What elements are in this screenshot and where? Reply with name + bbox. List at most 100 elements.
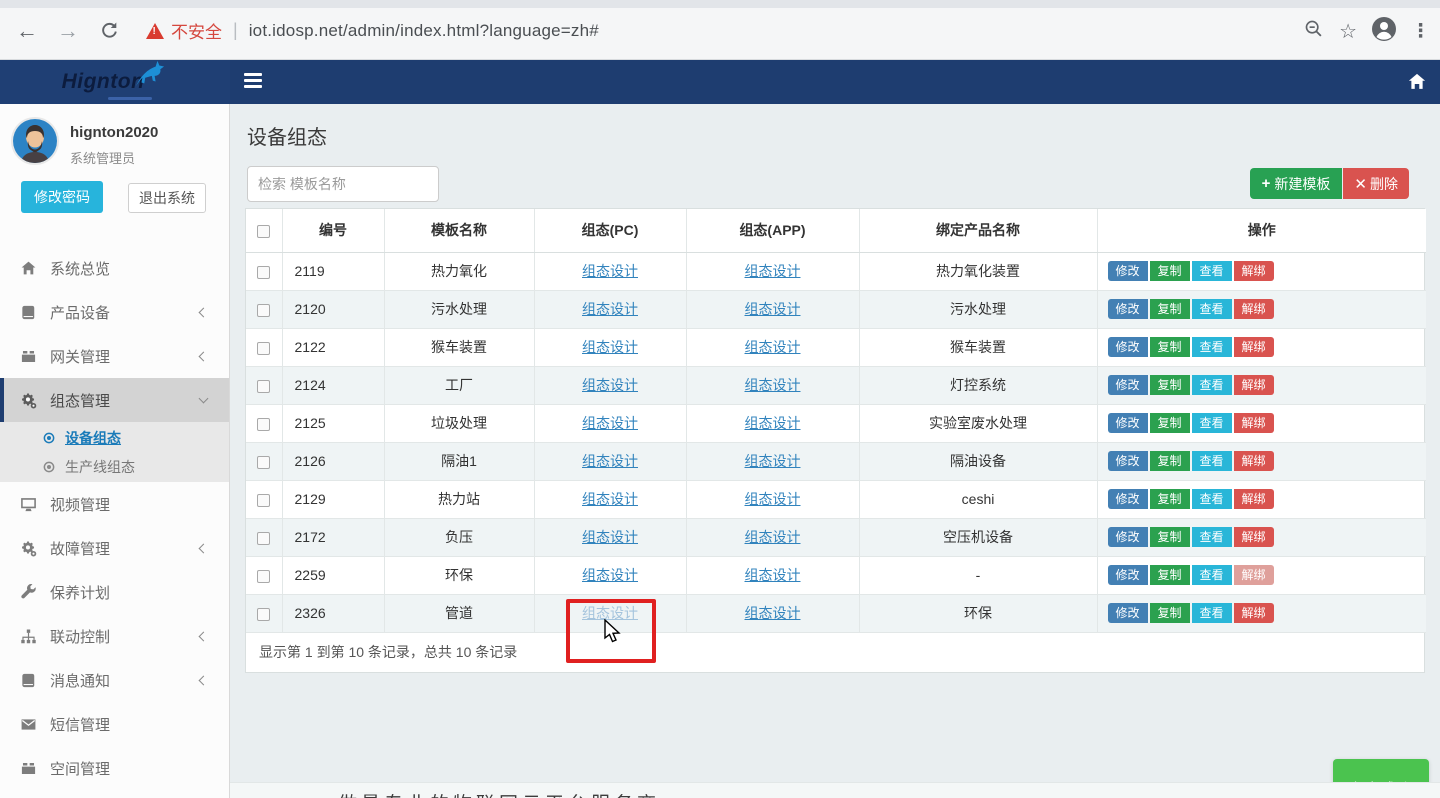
modify-button[interactable]: 修改 xyxy=(1108,413,1148,433)
modify-button[interactable]: 修改 xyxy=(1108,565,1148,585)
copy-button[interactable]: 复制 xyxy=(1150,565,1190,585)
modify-button[interactable]: 修改 xyxy=(1108,527,1148,547)
view-button[interactable]: 查看 xyxy=(1192,603,1232,623)
select-all-checkbox[interactable] xyxy=(257,225,270,238)
copy-button[interactable]: 复制 xyxy=(1150,527,1190,547)
forward-icon[interactable]: → xyxy=(54,17,82,45)
modify-button[interactable]: 修改 xyxy=(1108,337,1148,357)
app-config-link[interactable]: 组态设计 xyxy=(745,453,801,469)
copy-button[interactable]: 复制 xyxy=(1150,337,1190,357)
modify-button[interactable]: 修改 xyxy=(1108,489,1148,509)
row-checkbox[interactable] xyxy=(257,380,270,393)
copy-button[interactable]: 复制 xyxy=(1150,489,1190,509)
unbind-button[interactable]: 解绑 xyxy=(1234,299,1274,319)
row-checkbox[interactable] xyxy=(257,570,270,583)
sidebar-item-products[interactable]: 产品设备 xyxy=(0,290,229,334)
view-button[interactable]: 查看 xyxy=(1192,375,1232,395)
sidebar-item-gateway[interactable]: 网关管理 xyxy=(0,334,229,378)
app-config-link[interactable]: 组态设计 xyxy=(745,605,801,621)
row-checkbox[interactable] xyxy=(257,266,270,279)
delete-button[interactable]: ✕删除 xyxy=(1343,168,1409,199)
url-field[interactable]: iot.idosp.net/admin/index.html?language=… xyxy=(249,21,599,41)
unbind-button[interactable]: 解绑 xyxy=(1234,451,1274,471)
unbind-button[interactable]: 解绑 xyxy=(1234,337,1274,357)
view-button[interactable]: 查看 xyxy=(1192,299,1232,319)
app-config-link[interactable]: 组态设计 xyxy=(745,377,801,393)
browser-menu-icon[interactable]: ⋮ xyxy=(1411,20,1430,43)
reload-icon[interactable] xyxy=(95,20,123,48)
app-config-link[interactable]: 组态设计 xyxy=(745,567,801,583)
modify-button[interactable]: 修改 xyxy=(1108,603,1148,623)
modify-button[interactable]: 修改 xyxy=(1108,375,1148,395)
app-config-link[interactable]: 组态设计 xyxy=(745,263,801,279)
app-config-link[interactable]: 组态设计 xyxy=(745,415,801,431)
sidebar-toggle-icon[interactable] xyxy=(244,73,262,91)
row-checkbox[interactable] xyxy=(257,608,270,621)
sidebar-item-fault[interactable]: 故障管理 xyxy=(0,526,229,570)
row-checkbox[interactable] xyxy=(257,456,270,469)
sidebar-item-sms[interactable]: 短信管理 xyxy=(0,702,229,746)
view-button[interactable]: 查看 xyxy=(1192,565,1232,585)
back-icon[interactable]: ← xyxy=(13,17,41,45)
sidebar-item-linkage[interactable]: 联动控制 xyxy=(0,614,229,658)
sidebar-item-maintenance[interactable]: 保养计划 xyxy=(0,570,229,614)
app-config-link[interactable]: 组态设计 xyxy=(745,339,801,355)
copy-button[interactable]: 复制 xyxy=(1150,375,1190,395)
copy-button[interactable]: 复制 xyxy=(1150,603,1190,623)
copy-button[interactable]: 复制 xyxy=(1150,413,1190,433)
sidebar-item-message[interactable]: 消息通知 xyxy=(0,658,229,702)
search-input[interactable] xyxy=(247,166,439,202)
bookmark-star-icon[interactable]: ☆ xyxy=(1339,19,1357,45)
copy-button[interactable]: 复制 xyxy=(1150,299,1190,319)
unbind-button[interactable]: 解绑 xyxy=(1234,489,1274,509)
view-button[interactable]: 查看 xyxy=(1192,489,1232,509)
sidebar-item-config-mgmt[interactable]: 组态管理 xyxy=(0,378,229,422)
unbind-button[interactable]: 解绑 xyxy=(1234,565,1274,585)
copy-button[interactable]: 复制 xyxy=(1150,261,1190,281)
row-checkbox[interactable] xyxy=(257,532,270,545)
sidebar-subitem-line-config[interactable]: 生产线组态 xyxy=(0,452,229,481)
copy-button[interactable]: 复制 xyxy=(1150,451,1190,471)
modify-button[interactable]: 修改 xyxy=(1108,261,1148,281)
new-template-button[interactable]: +新建模板 xyxy=(1250,168,1343,199)
view-button[interactable]: 查看 xyxy=(1192,451,1232,471)
pc-config-link[interactable]: 组态设计 xyxy=(582,263,638,279)
browser-profile-icon[interactable] xyxy=(1371,16,1397,47)
sidebar-item-video[interactable]: 视频管理 xyxy=(0,482,229,526)
app-config-link[interactable]: 组态设计 xyxy=(745,491,801,507)
pc-config-link[interactable]: 组态设计 xyxy=(582,301,638,317)
pc-config-link[interactable]: 组态设计 xyxy=(582,415,638,431)
row-checkbox[interactable] xyxy=(257,304,270,317)
unbind-button[interactable]: 解绑 xyxy=(1234,413,1274,433)
unbind-button[interactable]: 解绑 xyxy=(1234,527,1274,547)
pc-config-link[interactable]: 组态设计 xyxy=(582,491,638,507)
pc-config-link[interactable]: 组态设计 xyxy=(582,605,638,621)
view-button[interactable]: 查看 xyxy=(1192,261,1232,281)
app-config-link[interactable]: 组态设计 xyxy=(745,301,801,317)
pc-config-link[interactable]: 组态设计 xyxy=(582,529,638,545)
sidebar-item-overview[interactable]: 系统总览 xyxy=(0,246,229,290)
sidebar-subitem-device-config[interactable]: 设备组态 xyxy=(0,423,229,452)
view-button[interactable]: 查看 xyxy=(1192,527,1232,547)
logout-button[interactable]: 退出系统 xyxy=(128,183,206,213)
view-button[interactable]: 查看 xyxy=(1192,413,1232,433)
app-config-link[interactable]: 组态设计 xyxy=(745,529,801,545)
unbind-button[interactable]: 解绑 xyxy=(1234,603,1274,623)
modify-button[interactable]: 修改 xyxy=(1108,451,1148,471)
unbind-button[interactable]: 解绑 xyxy=(1234,375,1274,395)
row-checkbox[interactable] xyxy=(257,342,270,355)
modify-button[interactable]: 修改 xyxy=(1108,299,1148,319)
pc-config-link[interactable]: 组态设计 xyxy=(582,339,638,355)
pc-config-link[interactable]: 组态设计 xyxy=(582,567,638,583)
view-button[interactable]: 查看 xyxy=(1192,337,1232,357)
unbind-button[interactable]: 解绑 xyxy=(1234,261,1274,281)
zoom-out-icon[interactable] xyxy=(1303,18,1325,45)
pc-config-link[interactable]: 组态设计 xyxy=(582,377,638,393)
change-password-button[interactable]: 修改密码 xyxy=(21,181,103,213)
pc-config-link[interactable]: 组态设计 xyxy=(582,453,638,469)
site-security-area[interactable]: 不安全 | iot.idosp.net/admin/index.html?lan… xyxy=(146,18,599,43)
home-icon[interactable] xyxy=(1407,72,1427,92)
row-checkbox[interactable] xyxy=(257,494,270,507)
sidebar-item-space[interactable]: 空间管理 xyxy=(0,746,229,790)
row-checkbox[interactable] xyxy=(257,418,270,431)
